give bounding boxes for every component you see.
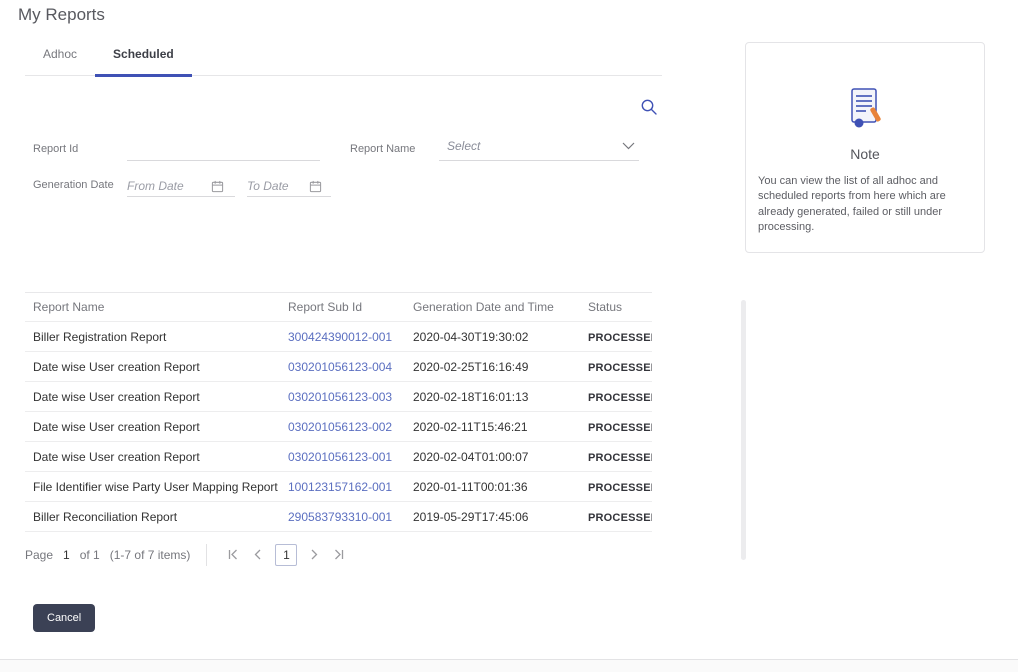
from-date-input[interactable]: [127, 179, 211, 193]
pagination-divider: [206, 544, 208, 566]
items-count-text: (1-7 of 7 items): [109, 548, 191, 562]
chevron-left-icon: [253, 548, 262, 563]
report-name-cell: Biller Registration Report: [33, 329, 167, 344]
my-reports-page: My Reports Adhoc Scheduled Report Id Rep…: [0, 0, 1018, 672]
page-title: My Reports: [18, 5, 105, 24]
report-sub-id-link[interactable]: 030201056123-003: [288, 390, 392, 404]
cancel-button[interactable]: Cancel: [33, 604, 96, 632]
generation-datetime-cell: 2020-04-30T19:30:02: [413, 329, 529, 344]
filter-toolbar: [25, 76, 662, 121]
last-page-button[interactable]: [326, 544, 351, 567]
previous-page-button[interactable]: [246, 544, 269, 567]
to-date-field: [247, 179, 331, 197]
reports-table: Report Name Report Sub Id Generation Dat…: [25, 292, 652, 532]
status-badge: PROCESSED: [588, 511, 652, 524]
chevron-down-icon: [622, 137, 635, 155]
status-badge: PROCESSED: [588, 331, 652, 344]
table-row: Biller Registration Report 300424390012-…: [25, 322, 652, 352]
table-row: Date wise User creation Report 030201056…: [25, 412, 652, 442]
from-date-field: [127, 179, 235, 197]
report-sub-id-link[interactable]: 030201056123-002: [288, 420, 392, 434]
header-report-name: Report Name: [33, 300, 105, 314]
report-name-cell: Date wise User creation Report: [33, 389, 200, 404]
status-badge: PROCESSED: [588, 481, 652, 494]
page-of-text: of 1: [79, 548, 100, 562]
note-title: Note: [850, 146, 880, 162]
report-name-cell: Biller Reconciliation Report: [33, 509, 178, 524]
generation-datetime-cell: 2020-01-11T00:01:36: [413, 479, 528, 494]
report-sub-id-link[interactable]: 290583793310-001: [288, 510, 392, 524]
search-icon: [640, 99, 658, 119]
header-status: Status: [588, 300, 623, 314]
footer-strip: [0, 659, 1018, 672]
status-badge: PROCESSED: [588, 391, 652, 404]
report-sub-id-link[interactable]: 030201056123-001: [288, 450, 392, 464]
table-row: Date wise User creation Report 030201056…: [25, 382, 652, 412]
table-header-row: Report Name Report Sub Id Generation Dat…: [25, 292, 652, 322]
table-row: Biller Reconciliation Report 29058379331…: [25, 502, 652, 532]
search-button[interactable]: [638, 96, 660, 121]
status-badge: PROCESSED: [588, 361, 652, 374]
chevron-right-icon: [310, 548, 319, 563]
generation-datetime-cell: 2020-02-18T16:01:13: [413, 389, 529, 404]
page-number: 1: [63, 548, 70, 562]
header-report-sub-id: Report Sub Id: [288, 300, 363, 314]
current-page-box[interactable]: 1: [275, 544, 298, 566]
filter-row-2: Generation Date: [25, 179, 662, 197]
tab-scheduled[interactable]: Scheduled: [95, 47, 192, 77]
last-page-icon: [333, 548, 344, 563]
status-badge: PROCESSED: [588, 421, 652, 434]
generation-datetime-cell: 2020-02-04T01:00:07: [413, 449, 529, 464]
report-note-icon: [844, 85, 886, 136]
calendar-icon[interactable]: [309, 180, 322, 193]
generation-datetime-cell: 2019-05-29T17:45:06: [413, 509, 529, 524]
tab-bar: Adhoc Scheduled: [25, 36, 662, 77]
header-generation-datetime: Generation Date and Time: [413, 300, 554, 314]
report-sub-id-link[interactable]: 300424390012-001: [288, 330, 392, 344]
report-sub-id-link[interactable]: 030201056123-004: [288, 360, 392, 374]
report-sub-id-link[interactable]: 100123157162-001: [288, 480, 392, 494]
vertical-scrollbar[interactable]: [741, 300, 746, 560]
generation-datetime-cell: 2020-02-25T16:16:49: [413, 359, 529, 374]
first-page-icon: [228, 548, 239, 563]
calendar-icon[interactable]: [211, 180, 224, 193]
pagination: Page 1 of 1 (1-7 of 7 items) 1: [25, 542, 662, 568]
first-page-button[interactable]: [221, 544, 246, 567]
report-name-cell: Date wise User creation Report: [33, 359, 200, 374]
report-name-select-value: Select: [447, 139, 481, 153]
report-name-select[interactable]: Select: [439, 135, 639, 161]
report-name-cell: Date wise User creation Report: [33, 419, 200, 434]
main-content: Adhoc Scheduled Report Id Report Name Se…: [25, 36, 662, 632]
report-id-label: Report Id: [33, 143, 79, 155]
next-page-button[interactable]: [303, 544, 326, 567]
report-name-cell: File Identifier wise Party User Mapping …: [33, 479, 278, 494]
page-label: Page: [25, 548, 54, 562]
tab-adhoc[interactable]: Adhoc: [25, 47, 95, 75]
generation-date-label: Generation Date: [33, 179, 114, 191]
status-badge: PROCESSED: [588, 451, 652, 464]
report-name-cell: Date wise User creation Report: [33, 449, 200, 464]
table-row: File Identifier wise Party User Mapping …: [25, 472, 652, 502]
report-id-input[interactable]: [127, 139, 320, 161]
table-row: Date wise User creation Report 030201056…: [25, 352, 652, 382]
generation-datetime-cell: 2020-02-11T15:46:21: [413, 419, 528, 434]
to-date-input[interactable]: [247, 179, 309, 193]
note-body: You can view the list of all adhoc and s…: [758, 175, 946, 234]
filter-row-1: Report Id Report Name Select: [25, 135, 662, 161]
table-row: Date wise User creation Report 030201056…: [25, 442, 652, 472]
note-panel: Note You can view the list of all adhoc …: [745, 42, 985, 253]
report-name-label: Report Name: [350, 143, 416, 155]
